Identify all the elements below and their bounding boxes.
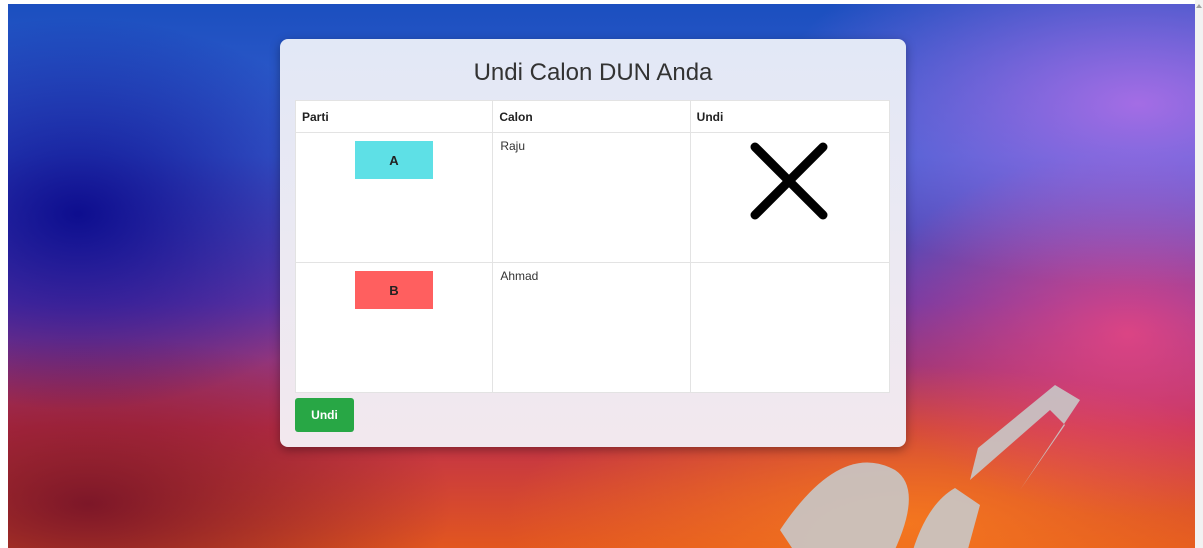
voting-card: Undi Calon DUN Anda Parti Calon Undi A R…: [280, 39, 906, 447]
table-row: B Ahmad: [294, 262, 891, 393]
vote-cell-ahmad[interactable]: [689, 262, 891, 393]
header-calon: Calon: [492, 100, 691, 133]
page: Undi Calon DUN Anda Parti Calon Undi A R…: [0, 0, 1203, 548]
page-title: Undi Calon DUN Anda: [473, 59, 713, 86]
party-badge-b: B: [355, 271, 433, 309]
header-undi: Undi: [689, 100, 891, 133]
vote-cell-raju[interactable]: [689, 132, 891, 263]
submit-vote-button[interactable]: Undi: [295, 398, 354, 432]
candidate-name: Ahmad: [492, 262, 691, 393]
table-row: A Raju: [294, 132, 891, 263]
page-scrollbar[interactable]: [1195, 0, 1203, 548]
party-cell: A: [294, 132, 494, 263]
candidate-table: Parti Calon Undi A Raju B Ahmad: [294, 100, 891, 393]
scroll-up-icon[interactable]: [1196, 4, 1202, 8]
x-mark-icon: [750, 142, 828, 220]
party-badge-a: A: [355, 141, 433, 179]
candidate-name: Raju: [492, 132, 691, 263]
header-parti: Parti: [294, 100, 494, 133]
party-cell: B: [294, 262, 494, 393]
table-header-row: Parti Calon Undi: [294, 100, 891, 133]
